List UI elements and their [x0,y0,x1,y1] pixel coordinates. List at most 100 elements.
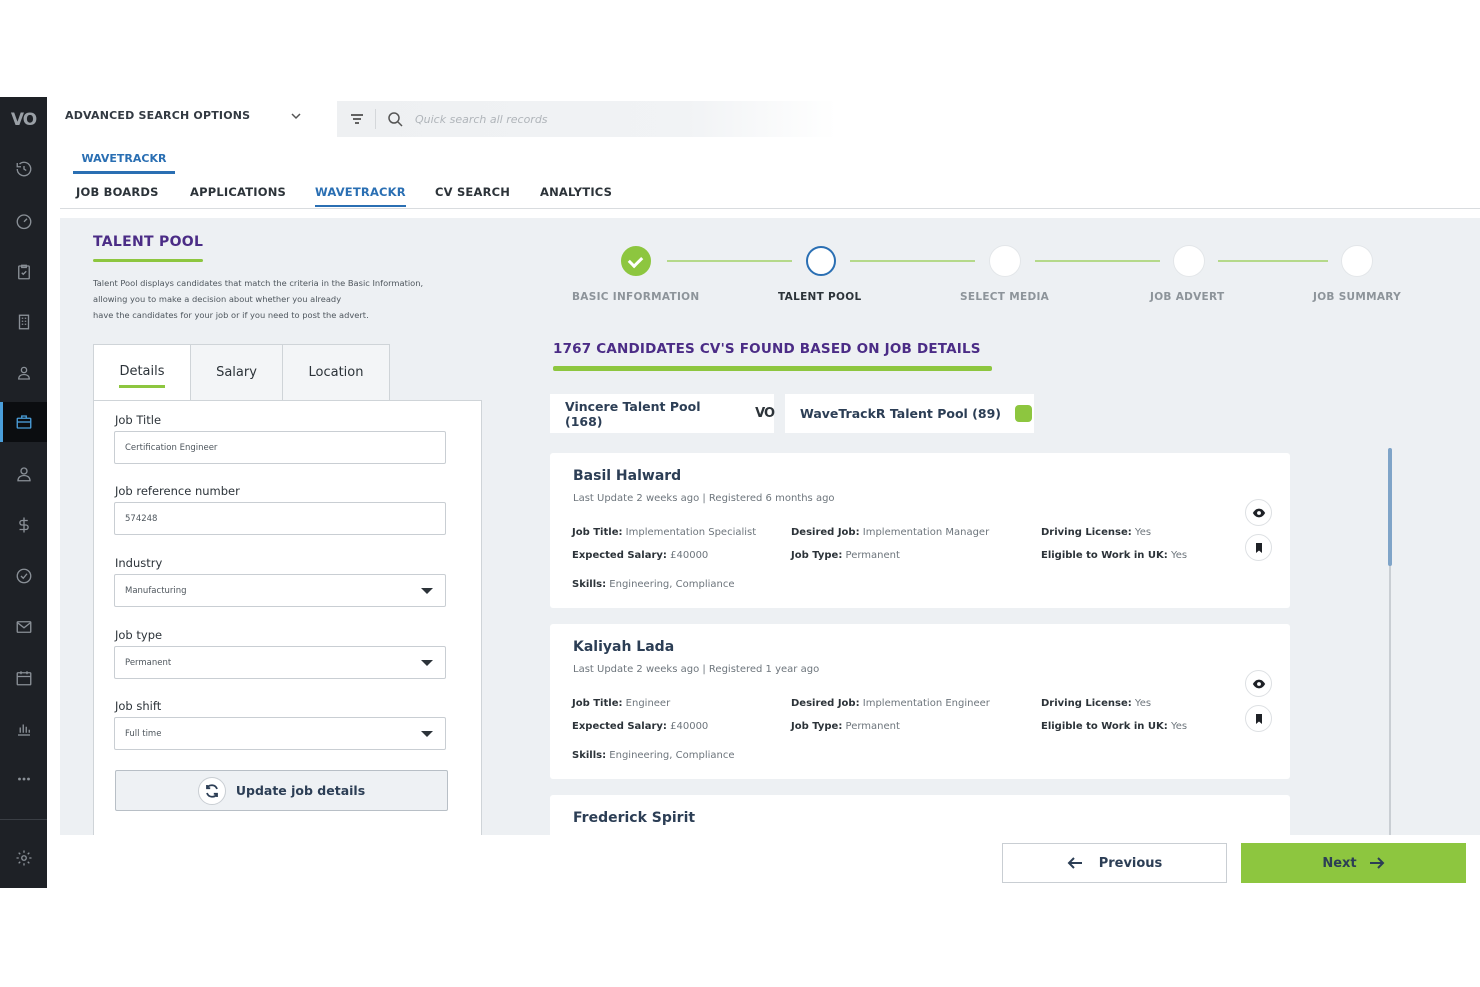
rail-divider [0,819,47,820]
settings-icon[interactable] [0,838,47,878]
job-type-value: Permanent [125,658,172,668]
next-button[interactable]: Next [1241,843,1466,883]
candidate-skills: Skills: Engineering, Compliance [572,579,735,590]
tab-cv-search[interactable]: CV SEARCH [435,185,510,199]
job-ref-field[interactable]: 574248 [114,502,446,535]
history-icon[interactable] [0,149,47,189]
field-label: Skills: [572,750,607,761]
candidate-job-type: Job Type: Permanent [791,550,900,561]
person-icon[interactable] [0,454,47,494]
candidate-card[interactable]: Frederick Spirit [550,795,1290,835]
dollar-icon[interactable] [0,505,47,545]
candidate-card[interactable]: Kaliyah Lada Last Update 2 weeks ago | R… [550,624,1290,779]
job-title-label: Job Title [115,413,162,427]
field-label: Skills: [572,579,607,590]
candidate-card[interactable]: Basil Halward Last Update 2 weeks ago | … [550,453,1290,608]
vincere-pool-label: Vincere Talent Pool (168) [565,398,701,429]
tab-details-label: Details [119,364,165,388]
tab-job-boards[interactable]: JOB BOARDS [76,185,159,199]
advanced-search-dropdown[interactable]: ADVANCED SEARCH OPTIONS [65,109,250,122]
step-connector [667,260,792,262]
view-candidate-button[interactable] [1245,670,1272,697]
results-heading: 1767 CANDIDATES CV'S FOUND BASED ON JOB … [553,341,981,357]
caret-down-icon [421,731,433,737]
search-icon[interactable] [387,111,403,127]
more-icon[interactable] [0,759,47,799]
next-label: Next [1322,855,1357,871]
clipboard-icon[interactable] [0,252,47,292]
field-label: Driving License: [1041,527,1132,538]
candidate-name[interactable]: Frederick Spirit [573,810,695,826]
field-label: Eligible to Work in UK: [1041,550,1168,561]
update-job-details-button[interactable]: Update job details [115,770,448,811]
job-type-select[interactable]: Permanent [114,646,446,679]
results-scrollbar-thumb[interactable] [1388,448,1392,566]
search-divider [375,109,376,129]
field-label: Eligible to Work in UK: [1041,721,1168,732]
candidate-desired-job: Desired Job: Implementation Engineer [791,698,990,709]
industry-select[interactable]: Manufacturing [114,574,446,607]
checkmark-icon [627,252,644,269]
candidate-eligible-uk: Eligible to Work in UK: Yes [1041,721,1187,732]
field-value: Permanent [845,550,900,561]
candidate-list: Basil Halward Last Update 2 weeks ago | … [550,453,1290,835]
contacts-icon[interactable] [0,353,47,393]
industry-label: Industry [115,556,163,570]
dashboard-icon[interactable] [0,201,47,241]
check-circle-icon[interactable] [0,556,47,596]
calendar-icon[interactable] [0,658,47,698]
step-job-advert-dot[interactable] [1174,246,1204,276]
field-value: Engineer [625,698,671,709]
tab-salary[interactable]: Salary [191,344,283,400]
tab-analytics[interactable]: ANALYTICS [540,185,612,199]
tab-wavetrackr[interactable]: WAVETRACKR [315,185,406,207]
vincere-logo-icon: VO [755,406,775,421]
step-select-media-dot[interactable] [990,246,1020,276]
previous-label: Previous [1098,855,1163,871]
top-search-bar: ADVANCED SEARCH OPTIONS [47,97,1480,142]
step-job-summary-label: JOB SUMMARY [1313,291,1402,303]
module-tab-wavetrackr[interactable]: WAVETRACKR [73,149,175,174]
left-rail: VO [0,97,47,888]
step-select-media-label: SELECT MEDIA [960,291,1050,303]
search-input[interactable] [415,109,795,129]
job-title-value: Certification Engineer [125,443,218,453]
bookmark-icon [1255,713,1262,724]
description-line: allowing you to make a decision about wh… [93,294,342,304]
view-candidate-button[interactable] [1245,499,1272,526]
chevron-down-icon[interactable] [290,110,302,125]
talent-pool-panel: TALENT POOL Talent Pool displays candida… [60,218,1480,835]
field-label: Job Type: [791,550,843,561]
candidate-name[interactable]: Basil Halward [573,468,681,484]
eye-icon [1252,679,1265,688]
step-basic-information-dot[interactable] [621,246,651,276]
mail-icon[interactable] [0,607,47,647]
candidate-name[interactable]: Kaliyah Lada [573,639,674,655]
refresh-icon [197,776,226,805]
building-icon[interactable] [0,302,47,342]
wavetrackr-pool-tab[interactable]: WaveTrackR Talent Pool (89) [785,394,1034,433]
caret-down-icon [421,660,433,666]
briefcase-icon[interactable] [0,402,47,442]
field-value: Implementation Engineer [862,698,990,709]
bookmark-candidate-button[interactable] [1245,534,1272,561]
field-value: £40000 [670,550,709,561]
job-title-field[interactable]: Certification Engineer [114,431,446,464]
field-value: Permanent [845,721,900,732]
field-value: Yes [1170,721,1188,732]
app-logo[interactable]: VO [0,105,47,135]
filter-icon[interactable] [349,111,365,127]
update-job-details-label: Update job details [235,783,366,798]
tab-location[interactable]: Location [283,344,390,400]
previous-button[interactable]: Previous [1002,843,1227,883]
tab-applications[interactable]: APPLICATIONS [190,185,286,199]
field-value: Implementation Specialist [625,527,757,538]
field-value: Implementation Manager [862,527,990,538]
step-talent-pool-dot[interactable] [806,246,836,276]
job-shift-select[interactable]: Full time [114,717,446,750]
bar-chart-icon[interactable] [0,709,47,749]
bookmark-candidate-button[interactable] [1245,705,1272,732]
vincere-pool-tab[interactable]: Vincere Talent Pool (168) VO [550,394,775,433]
tab-details[interactable]: Details [93,344,191,401]
step-job-summary-dot[interactable] [1342,246,1372,276]
